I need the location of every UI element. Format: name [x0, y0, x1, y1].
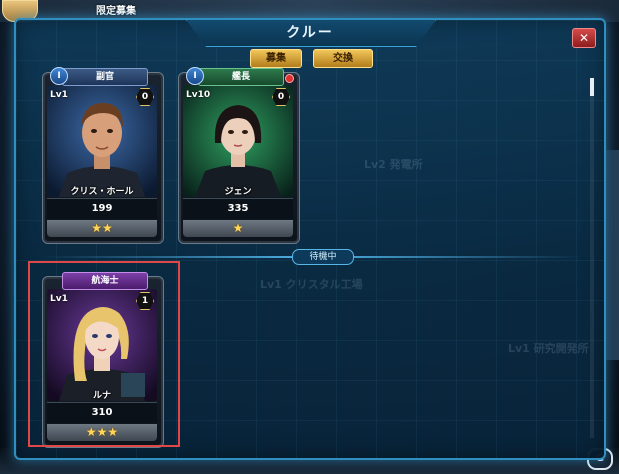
crew-level: Lv10 [186, 90, 211, 100]
tab-exchange[interactable]: 交換 [313, 49, 373, 68]
star-strip: ★★ [47, 220, 157, 237]
close-button[interactable]: ✕ [572, 28, 596, 48]
panel-title: クルー [286, 25, 334, 41]
role-banner: 艦長 [198, 68, 284, 86]
star-strip: ★ [183, 220, 293, 237]
bg-building-label: Lv1 研究開発所 [508, 342, 589, 355]
star-rating: ★★ [91, 221, 113, 235]
crew-power: 335 [227, 203, 249, 214]
power-strip: 199 [47, 198, 157, 219]
standby-label: 待機中 [292, 249, 354, 265]
power-strip: 335 [183, 198, 293, 219]
scrollbar[interactable] [590, 78, 594, 438]
crew-type-badge: I [186, 67, 204, 85]
notification-dot [285, 74, 294, 83]
bg-building-label: Lv2 発電所 [364, 158, 423, 171]
role-banner: 副官 [62, 68, 148, 86]
crew-level: Lv1 [50, 90, 68, 100]
crew-card-jen[interactable]: 艦長 I Lv10 0 ジェン 335 ★ [178, 67, 300, 244]
scroll-thumb[interactable] [590, 78, 594, 96]
limited-recruit-label[interactable]: 限定募集 [96, 2, 136, 17]
crew-type-badge: I [50, 67, 68, 85]
crew-name: クリス・ホール [70, 187, 134, 197]
star-rating: ★ [232, 221, 244, 235]
crew-name: ジェン [224, 187, 252, 197]
selection-highlight [28, 261, 180, 447]
crew-power: 199 [91, 203, 113, 214]
tab-recruit[interactable]: 募集 [250, 49, 302, 68]
bg-building-label: Lv1 クリスタル工場 [260, 278, 363, 291]
crew-card-chris-hall[interactable]: 副官 I Lv1 0 クリス・ホール 199 ★★ [42, 67, 164, 244]
